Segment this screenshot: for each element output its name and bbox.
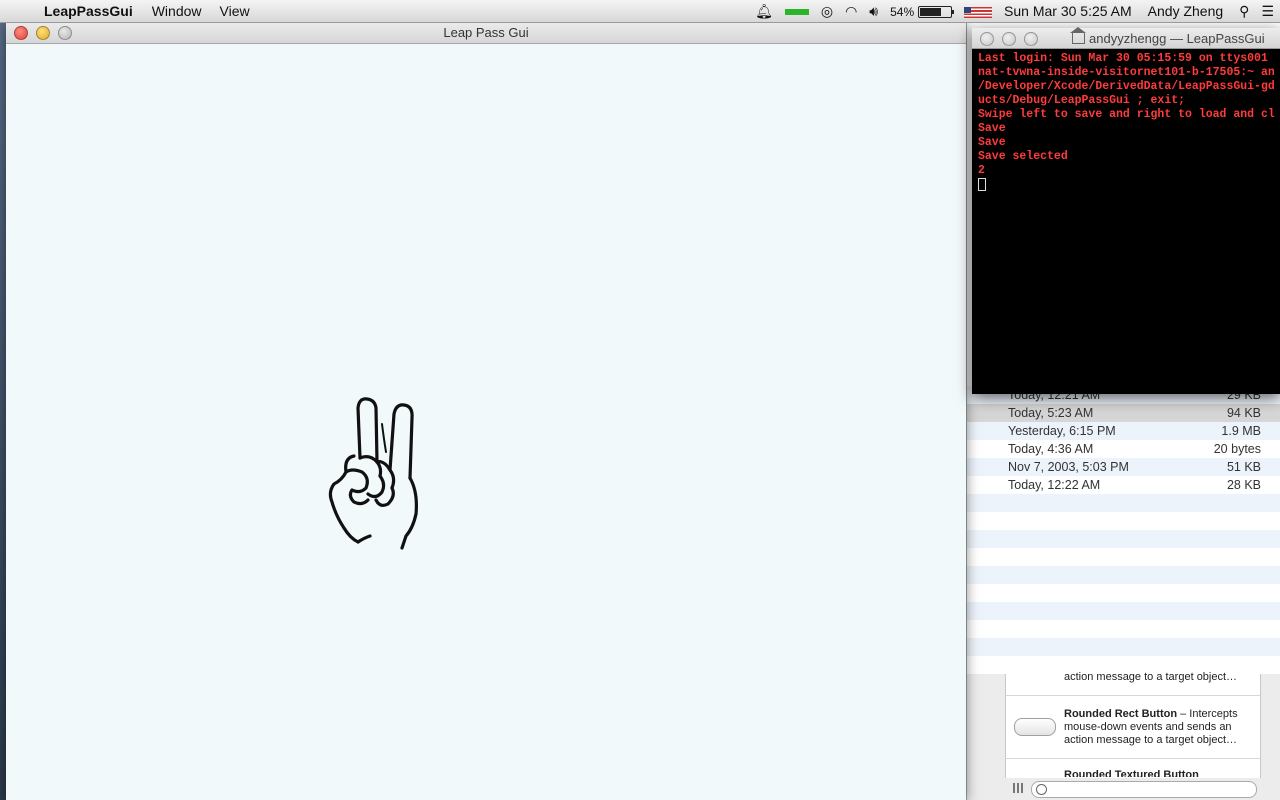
terminal-cursor bbox=[978, 178, 986, 191]
leap-pass-gui-window: Leap Pass Gui bbox=[6, 22, 966, 800]
divider bbox=[1006, 758, 1260, 759]
terminal-line: Save bbox=[978, 122, 1006, 135]
file-date: Today, 12:22 AM bbox=[1008, 478, 1101, 492]
app-menu[interactable]: LeapPassGui bbox=[34, 3, 143, 19]
menu-window[interactable]: Window bbox=[143, 3, 211, 19]
notification-center-icon[interactable]: ☰ bbox=[1255, 3, 1280, 20]
status-area: 🔔︎ ◎ ◠ 🔊︎ 54% Sun Mar 30 5:25 AM Andy Zh… bbox=[749, 0, 1280, 22]
terminal-line: Last login: Sun Mar 30 05:15:59 on ttys0… bbox=[978, 52, 1268, 65]
terminal-titlebar[interactable]: andyyzhengg — LeapPassGui bbox=[972, 27, 1280, 49]
terminal-line: Swipe left to save and right to load and… bbox=[978, 108, 1275, 121]
input-source-flag-icon[interactable] bbox=[958, 3, 998, 19]
terminal-window: andyyzhengg — LeapPassGui Last login: Su… bbox=[972, 27, 1280, 394]
terminal-line: 2 bbox=[978, 164, 985, 177]
library-item-desc-prev: action message to a target object… bbox=[1064, 671, 1238, 683]
terminal-line: Save bbox=[978, 136, 1006, 149]
terminal-line: Save selected bbox=[978, 150, 1068, 163]
file-date: Today, 4:36 AM bbox=[1008, 442, 1094, 456]
clock[interactable]: Sun Mar 30 5:25 AM bbox=[998, 3, 1138, 19]
empty-row bbox=[967, 512, 1280, 530]
terminal-window-controls bbox=[980, 32, 1038, 46]
library-item-next[interactable]: Rounded Textured Button bbox=[1064, 769, 1199, 777]
menu-view[interactable]: View bbox=[211, 3, 259, 19]
window-title: Leap Pass Gui bbox=[443, 25, 529, 40]
filter-icon bbox=[1036, 784, 1047, 795]
file-size: 1.9 MB bbox=[1221, 424, 1261, 438]
empty-row bbox=[967, 584, 1280, 602]
file-date: Yesterday, 6:15 PM bbox=[1008, 424, 1116, 438]
file-row[interactable]: Today, 4:36 AM 20 bytes bbox=[967, 440, 1280, 458]
terminal-output[interactable]: Last login: Sun Mar 30 05:15:59 on ttys0… bbox=[972, 49, 1280, 194]
home-folder-icon bbox=[1070, 27, 1086, 44]
terminal-title: andyyzhengg — LeapPassGui bbox=[1089, 31, 1265, 46]
library-item-title: Rounded Rect Button bbox=[1064, 708, 1178, 720]
library-toolbar bbox=[1005, 778, 1261, 800]
window-titlebar[interactable]: Leap Pass Gui bbox=[6, 22, 966, 44]
peace-sign-hand-icon bbox=[328, 397, 418, 550]
terminal-line: nat-tvwna-inside-visitornet101-b-17505:~… bbox=[978, 66, 1275, 79]
terminal-zoom-button[interactable] bbox=[1024, 32, 1038, 46]
empty-row bbox=[967, 494, 1280, 512]
notification-bell-icon[interactable]: 🔔︎ bbox=[749, 3, 779, 20]
wifi-icon[interactable]: ◠ bbox=[839, 3, 863, 20]
window-content bbox=[6, 44, 966, 800]
library-item-rounded-rect-button[interactable]: Rounded Rect Button – Intercepts mouse-d… bbox=[1064, 708, 1250, 747]
file-list: Today, 12:21 AM 29 KB Today, 5:23 AM 94 KB Y… bbox=[967, 386, 1280, 692]
file-size: 94 KB bbox=[1226, 406, 1261, 420]
object-library-panel: action message to a target object… Round… bbox=[966, 671, 1280, 800]
file-size: 28 KB bbox=[1226, 478, 1261, 492]
user-menu[interactable]: Andy Zheng bbox=[1138, 3, 1234, 19]
empty-row bbox=[967, 602, 1280, 620]
battery-icon bbox=[918, 6, 955, 19]
empty-row bbox=[967, 530, 1280, 548]
file-date: Today, 5:23 AM bbox=[1008, 406, 1094, 420]
file-row[interactable]: Today, 5:23 AM 94 KB bbox=[967, 404, 1280, 422]
terminal-line: /Developer/Xcode/DerivedData/LeapPassGui… bbox=[978, 80, 1275, 93]
battery-status[interactable]: 54% bbox=[884, 3, 958, 19]
volume-icon[interactable]: 🔊︎ bbox=[863, 3, 884, 20]
terminal-minimize-button[interactable] bbox=[1002, 32, 1016, 46]
grid-view-icon[interactable] bbox=[1013, 783, 1023, 793]
battery-monitor-icon[interactable] bbox=[779, 3, 815, 19]
file-row[interactable]: Today, 12:22 AM 28 KB bbox=[967, 476, 1280, 494]
sync-icon[interactable]: ◎ bbox=[815, 3, 839, 20]
file-row[interactable]: Yesterday, 6:15 PM 1.9 MB bbox=[967, 422, 1280, 440]
file-row[interactable]: Nov 7, 2003, 5:03 PM 51 KB bbox=[967, 458, 1280, 476]
rounded-rect-button-preview-icon[interactable] bbox=[1014, 718, 1056, 736]
spotlight-search-icon[interactable]: ⚲ bbox=[1233, 3, 1255, 20]
file-size: 51 KB bbox=[1226, 460, 1261, 474]
file-size: 20 bytes bbox=[1213, 442, 1261, 456]
file-date: Nov 7, 2003, 5:03 PM bbox=[1008, 460, 1129, 474]
empty-row bbox=[967, 638, 1280, 656]
empty-row bbox=[967, 548, 1280, 566]
empty-row bbox=[967, 620, 1280, 638]
terminal-line: ucts/Debug/LeapPassGui ; exit; bbox=[978, 94, 1186, 107]
divider bbox=[1006, 695, 1260, 696]
empty-row bbox=[967, 566, 1280, 584]
menu-bar: LeapPassGui Window View 🔔︎ ◎ ◠ 🔊︎ 54% Su… bbox=[0, 0, 1280, 23]
object-library-list: action message to a target object… Round… bbox=[1005, 671, 1261, 778]
terminal-close-button[interactable] bbox=[980, 32, 994, 46]
library-filter-field[interactable] bbox=[1031, 781, 1257, 798]
